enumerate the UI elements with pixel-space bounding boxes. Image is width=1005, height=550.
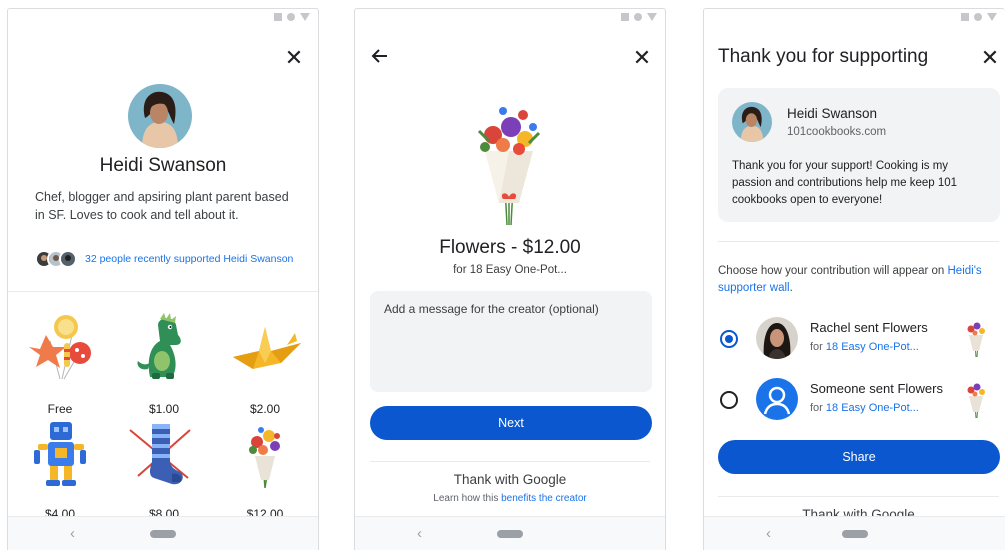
benefits-link[interactable]: benefits the creator	[501, 493, 587, 504]
gift-subtitle: for 18 Easy One-Pot...	[453, 264, 567, 276]
nav-home-pill[interactable]	[497, 530, 523, 538]
radio-selected[interactable]	[720, 330, 738, 348]
creator-name: Heidi Swanson	[99, 155, 227, 176]
divider	[718, 496, 999, 497]
for-text: for	[810, 341, 826, 353]
nav-back-icon[interactable]: ‹	[766, 525, 771, 542]
nav-home-pill[interactable]	[841, 530, 868, 538]
supporter-avatar	[756, 317, 798, 359]
thank-you-screen: Thank you for supporting ✕ Heidi Swanson…	[703, 8, 1005, 550]
prompt-end: .	[789, 282, 793, 294]
status-bar	[961, 13, 997, 21]
creator-avatar	[128, 84, 192, 148]
supporter-avatar	[59, 250, 77, 268]
flower-bouquet-icon	[477, 107, 541, 226]
status-triangle-icon	[987, 13, 997, 21]
anonymous-avatar-icon	[756, 378, 798, 420]
recent-supporters[interactable]: 32 people recently supported Heidi Swans…	[35, 250, 293, 268]
gift-8-dollars[interactable]: $8.00	[114, 416, 214, 521]
status-circle-icon	[634, 13, 642, 21]
gift-4-dollars[interactable]: $4.00	[10, 416, 110, 521]
status-square-icon	[274, 13, 282, 21]
status-triangle-icon	[647, 13, 657, 21]
gift-message-screen: ✕ Flowers - $12.00 for 18 Easy One-Pot..…	[354, 8, 666, 550]
post-link[interactable]: 18 Easy One-Pot...	[826, 341, 919, 353]
option-named[interactable]: Rachel sent Flowers for 18 Easy One-Pot.…	[718, 315, 1005, 361]
gift-12-dollars[interactable]: $12.00	[215, 416, 315, 521]
balloons-icon	[29, 315, 91, 380]
system-nav-bar: ‹	[704, 516, 1005, 550]
gift-price: Free	[47, 402, 73, 416]
back-arrow-icon[interactable]	[369, 45, 391, 67]
nav-home-pill[interactable]	[150, 530, 176, 538]
creator-site: 101cookbooks.com	[787, 126, 887, 138]
creator-message-input[interactable]: Add a message for the creator (optional)	[370, 291, 652, 392]
gift-2-dollars[interactable]: $2.00	[215, 311, 315, 416]
creator-bio: Chef, blogger and apsiring plant parent …	[35, 190, 289, 222]
supporters-link[interactable]: 32 people recently supported Heidi Swans…	[85, 253, 293, 265]
status-bar	[274, 13, 310, 21]
knitted-sock-icon	[129, 424, 191, 485]
robot-icon	[34, 422, 86, 486]
divider	[370, 461, 650, 462]
system-nav-bar: ‹	[8, 516, 318, 550]
creator-avatar	[732, 102, 772, 142]
share-button[interactable]: Share	[718, 440, 1000, 474]
paper-crane-icon	[233, 327, 301, 369]
status-bar	[621, 13, 657, 21]
supporter-wall-prompt: Choose how your contribution will appear…	[718, 263, 997, 297]
creator-thank-you-message: Thank you for your support! Cooking is m…	[732, 160, 958, 206]
system-nav-bar: ‹	[355, 516, 665, 550]
prompt-text: Choose how your contribution will appear…	[718, 265, 948, 277]
next-button[interactable]: Next	[370, 406, 652, 440]
flower-bouquet-icon	[967, 383, 985, 419]
for-text: for	[810, 402, 826, 414]
creator-name: Heidi Swanson	[787, 106, 878, 121]
option-title: Someone sent Flowers	[810, 381, 943, 396]
option-anonymous[interactable]: Someone sent Flowers for 18 Easy One-Pot…	[718, 376, 1005, 422]
status-square-icon	[961, 13, 969, 21]
nav-back-icon[interactable]: ‹	[417, 525, 422, 542]
option-title: Rachel sent Flowers	[810, 320, 928, 335]
gift-title: Flowers - $12.00	[439, 237, 581, 258]
close-icon[interactable]: ✕	[979, 47, 1001, 69]
close-icon[interactable]: ✕	[631, 47, 653, 69]
option-subtitle: for 18 Easy One-Pot...	[810, 341, 919, 353]
status-triangle-icon	[300, 13, 310, 21]
gift-price: $2.00	[249, 402, 281, 416]
thank-with-google-title: Thank with Google	[453, 472, 567, 487]
status-square-icon	[621, 13, 629, 21]
gift-free[interactable]: Free	[10, 311, 110, 416]
benefits-text: Learn how this	[433, 493, 502, 504]
option-subtitle: for 18 Easy One-Pot...	[810, 402, 919, 414]
divider	[8, 291, 318, 292]
radio-unselected[interactable]	[720, 391, 738, 409]
gift-price: $1.00	[148, 402, 180, 416]
gift-1-dollar[interactable]: $1.00	[114, 311, 214, 416]
benefits-info: Learn how this benefits the creator	[355, 493, 665, 504]
post-link[interactable]: 18 Easy One-Pot...	[826, 402, 919, 414]
nav-back-icon[interactable]: ‹	[70, 525, 75, 542]
creator-message-card: Heidi Swanson 101cookbooks.com Thank you…	[718, 88, 1000, 222]
close-icon[interactable]: ✕	[283, 47, 305, 69]
dinosaur-icon	[137, 313, 181, 379]
flower-bouquet-icon	[967, 322, 985, 358]
page-title: Thank you for supporting	[718, 46, 929, 67]
status-circle-icon	[974, 13, 982, 21]
flower-bouquet-icon	[249, 427, 280, 489]
status-circle-icon	[287, 13, 295, 21]
creator-profile-screen: ✕ Heidi Swanson Chef, blogger and apsiri…	[7, 8, 319, 550]
divider	[718, 241, 999, 242]
